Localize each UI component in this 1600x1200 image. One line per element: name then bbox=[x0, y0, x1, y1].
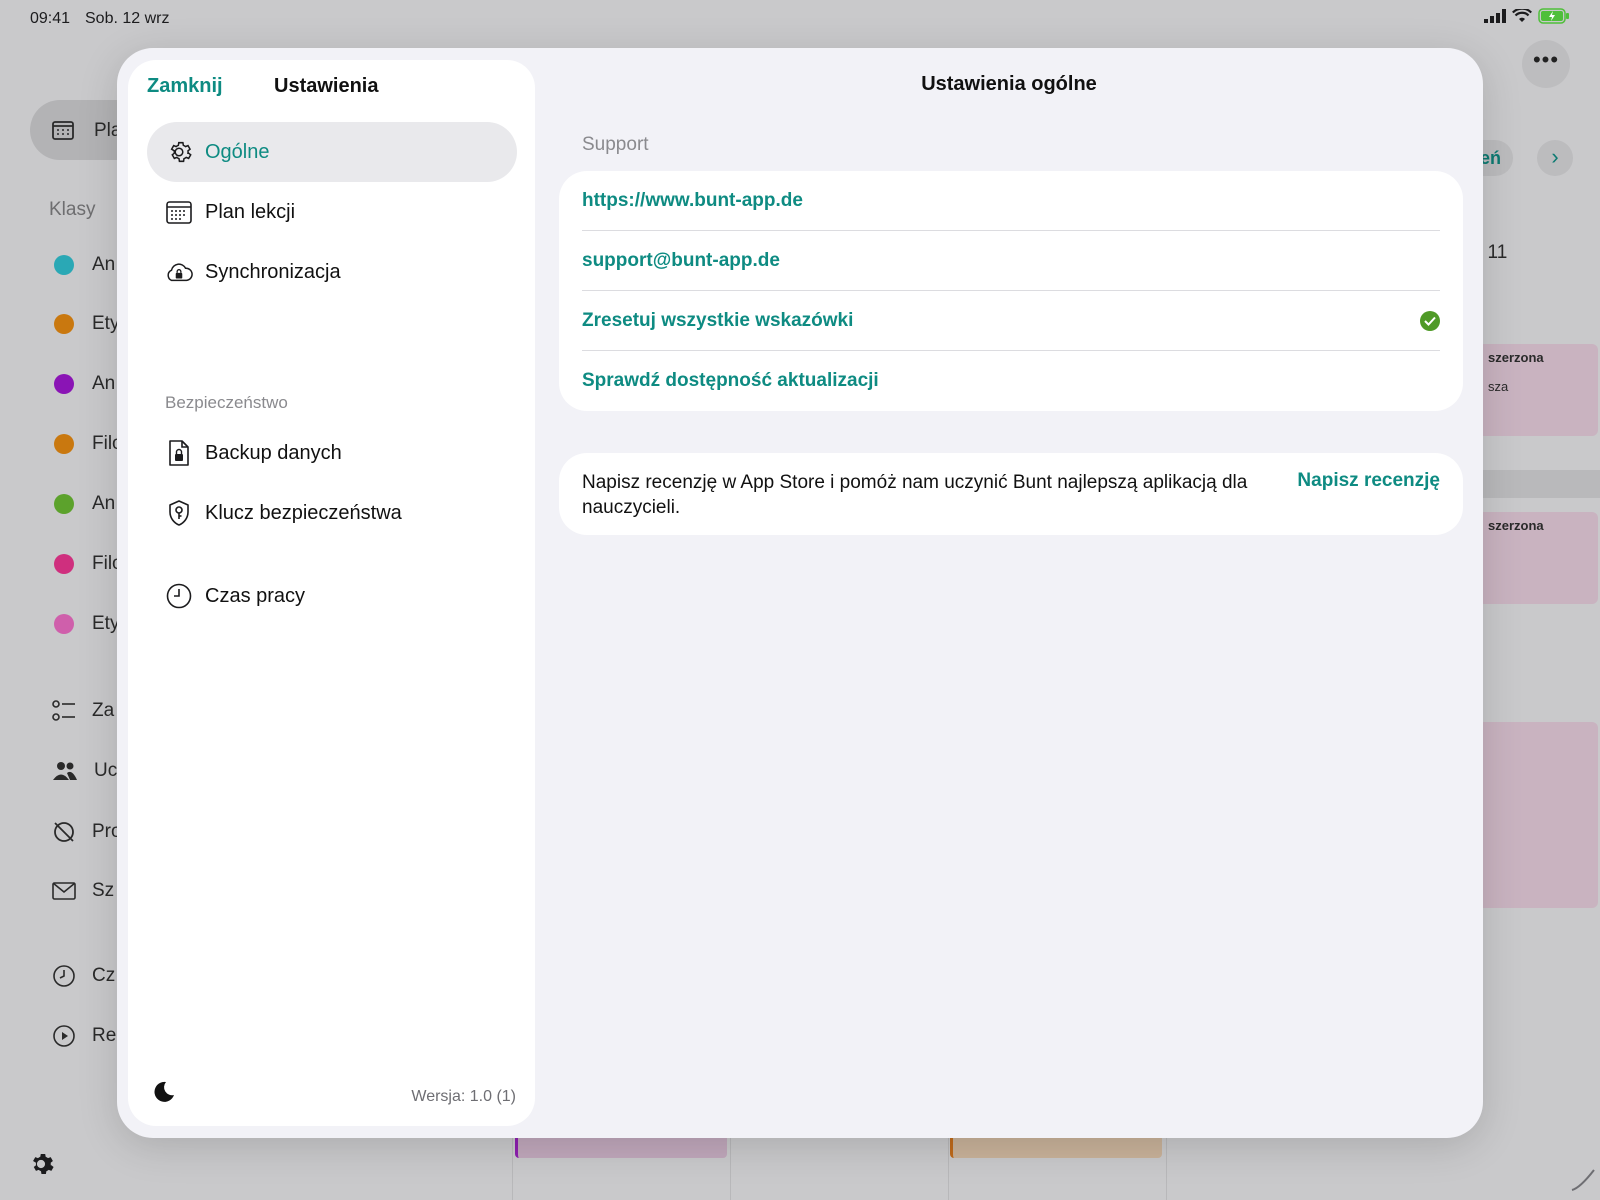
settings-item-label: Synchronizacja bbox=[205, 260, 341, 283]
people-icon bbox=[53, 762, 77, 780]
bg-nav-item: Sz bbox=[52, 880, 114, 902]
support-email-label: support@bunt-app.de bbox=[582, 249, 780, 271]
clock-icon bbox=[165, 582, 193, 610]
settings-item-lesson-plan[interactable]: Plan lekcji bbox=[147, 182, 517, 242]
security-section-heading: Bezpieczeństwo bbox=[165, 393, 288, 412]
pencil-stroke-icon bbox=[1571, 1169, 1595, 1191]
bg-class-item: An bbox=[54, 493, 115, 515]
check-updates-label: Sprawdź dostępność aktualizacji bbox=[582, 370, 879, 391]
bg-event-title: szerzona bbox=[1488, 518, 1544, 533]
bg-nav-item: Pro bbox=[52, 820, 122, 844]
settings-item-security-key[interactable]: Klucz bezpieczeństwa bbox=[147, 483, 517, 543]
settings-item-label: Czas pracy bbox=[205, 584, 306, 607]
bg-nav-label: Cz bbox=[92, 965, 116, 986]
bg-event-subtitle: sza bbox=[1488, 379, 1509, 394]
bg-event-title: szerzona bbox=[1488, 350, 1544, 365]
support-card: https://www.bunt-app.de support@bunt-app… bbox=[559, 171, 1463, 411]
bg-class-item: Filo bbox=[54, 553, 123, 575]
bg-nav-item: Re bbox=[52, 1024, 116, 1048]
settings-item-sync[interactable]: Synchronizacja bbox=[147, 242, 517, 302]
bg-nav-label: Re bbox=[92, 1025, 117, 1046]
bg-class-item: An bbox=[54, 254, 115, 276]
settings-item-general[interactable]: Ogólne bbox=[147, 122, 517, 182]
bg-nav-label: Za bbox=[92, 700, 115, 721]
write-review-button[interactable]: Napisz recenzję bbox=[1297, 470, 1440, 492]
bg-classes-heading: Klasy bbox=[49, 199, 96, 220]
gear-icon bbox=[33, 1153, 54, 1175]
settings-sheet: Zamknij Ustawienia Ogólne Plan lekcji Sy… bbox=[117, 48, 1483, 1138]
bg-event-card: szerzona bbox=[1478, 512, 1598, 604]
bg-class-label: Ety bbox=[92, 613, 120, 634]
shield-key-icon bbox=[165, 499, 193, 527]
bg-nav-item: Uc bbox=[52, 760, 117, 782]
bg-class-item: Ety bbox=[54, 613, 119, 635]
reset-hints-button[interactable]: Zresetuj wszystkie wskazówki bbox=[582, 291, 1440, 351]
settings-item-label: Backup danych bbox=[205, 441, 342, 464]
calendar-icon bbox=[52, 120, 74, 145]
bg-class-item: An bbox=[54, 373, 115, 395]
dark-mode-toggle[interactable] bbox=[152, 1080, 176, 1104]
support-section-heading: Support bbox=[582, 134, 649, 155]
website-link-label: https://www.bunt-app.de bbox=[582, 189, 803, 211]
cloud-lock-icon bbox=[165, 258, 193, 286]
clock-icon bbox=[53, 965, 75, 987]
bg-class-label: An bbox=[92, 493, 116, 514]
class-color-dot bbox=[54, 614, 74, 634]
reset-hints-label: Zresetuj wszystkie wskazówki bbox=[582, 309, 854, 331]
envelope-icon bbox=[52, 882, 76, 900]
class-color-dot bbox=[54, 434, 74, 454]
class-color-dot bbox=[54, 494, 74, 514]
bg-divider-bar bbox=[1480, 470, 1600, 498]
settings-title: Ustawienia bbox=[274, 75, 379, 97]
class-color-dot bbox=[54, 554, 74, 574]
review-card: Napisz recenzję w App Store i pomóż nam … bbox=[559, 453, 1463, 535]
gear-icon bbox=[165, 138, 193, 166]
bg-event-card bbox=[1478, 722, 1598, 908]
class-color-dot bbox=[54, 255, 74, 275]
bg-nav-item: Cz bbox=[52, 964, 115, 988]
calendar-icon bbox=[165, 198, 193, 226]
settings-item-backup[interactable]: Backup danych bbox=[147, 423, 517, 483]
bg-class-label: An bbox=[92, 373, 116, 394]
settings-item-worktime[interactable]: Czas pracy bbox=[147, 566, 517, 626]
play-circle-icon bbox=[53, 1025, 75, 1047]
bg-class-item: Ety bbox=[54, 313, 119, 335]
checkmark-icon bbox=[1420, 310, 1440, 331]
settings-item-label: Klucz bezpieczeństwa bbox=[205, 501, 402, 524]
website-link[interactable]: https://www.bunt-app.de bbox=[582, 171, 1440, 231]
bg-event-card: szerzona sza bbox=[1478, 344, 1598, 436]
settings-sidebar: Zamknij Ustawienia Ogólne Plan lekcji Sy… bbox=[128, 60, 535, 1126]
bg-class-item: Filo bbox=[54, 433, 123, 455]
support-email-link[interactable]: support@bunt-app.de bbox=[582, 231, 1440, 291]
bg-class-label: Ety bbox=[92, 313, 120, 334]
bg-nav-label: Uc bbox=[94, 760, 118, 781]
document-lock-icon bbox=[165, 439, 193, 467]
class-color-dot bbox=[54, 314, 74, 334]
close-button[interactable]: Zamknij bbox=[147, 75, 223, 98]
settings-item-label: Ogólne bbox=[205, 140, 270, 163]
more-options-button: ••• bbox=[1522, 40, 1570, 88]
check-updates-button[interactable]: Sprawdź dostępność aktualizacji bbox=[582, 351, 1440, 411]
general-settings-title: Ustawienia ogólne bbox=[921, 73, 1097, 95]
chevron-right-icon: › bbox=[1537, 140, 1573, 176]
review-prompt-text: Napisz recenzję w App Store i pomóż nam … bbox=[582, 472, 1248, 518]
bg-nav-item: Za bbox=[52, 700, 114, 722]
bg-nav-label: Sz bbox=[92, 880, 115, 901]
settings-item-label: Plan lekcji bbox=[205, 200, 296, 223]
class-color-dot bbox=[54, 374, 74, 394]
app-version: Wersja: 1.0 (1) bbox=[411, 1088, 516, 1105]
no-sign-icon bbox=[54, 822, 74, 842]
bg-class-label: An bbox=[92, 254, 116, 275]
checklist-icon bbox=[52, 700, 75, 721]
